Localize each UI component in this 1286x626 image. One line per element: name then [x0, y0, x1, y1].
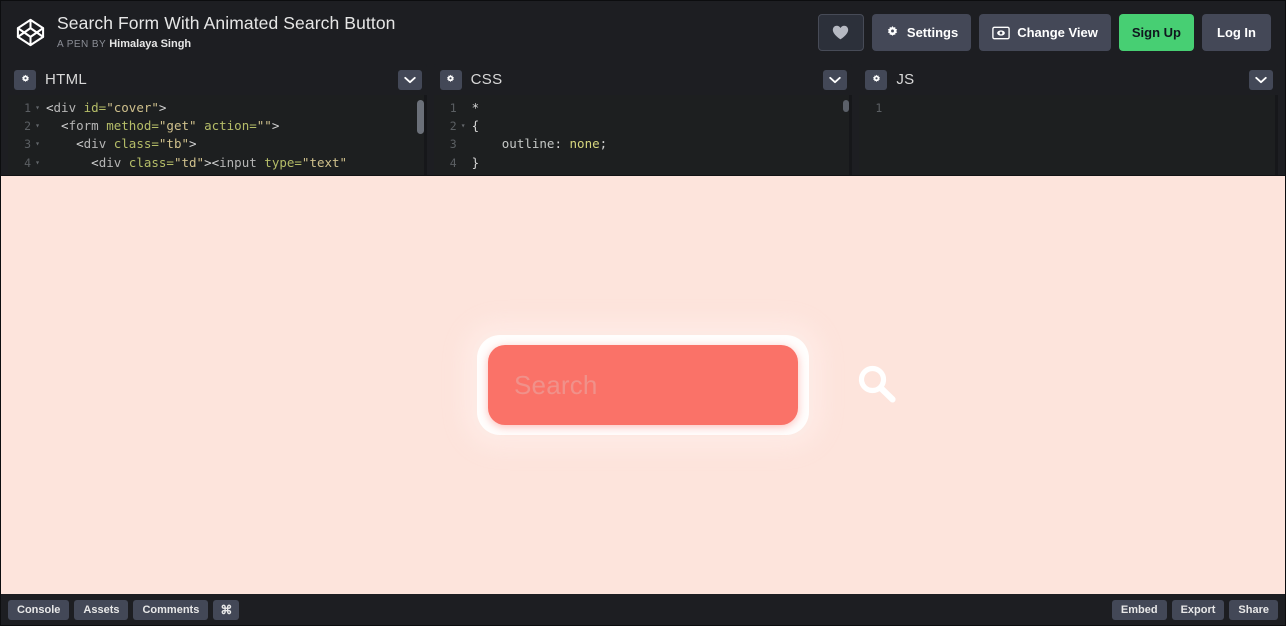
line-number: 4	[449, 155, 457, 170]
bottom-bar-left: Console Assets Comments ⌘	[8, 599, 240, 620]
bottom-bar-right: Embed Export Share	[1111, 599, 1278, 620]
embed-button[interactable]: Embed	[1111, 599, 1167, 620]
code-line: 4 ▾ <div class="td"><input type="text"	[8, 154, 427, 172]
heart-icon	[832, 25, 849, 40]
editor-header-css: CSS	[433, 64, 853, 95]
editor-pane-html: HTML 1 ▾ <div id="cover"> 2 ▾ <form method="…	[8, 64, 427, 175]
search-frame	[473, 331, 896, 439]
line-number: 2	[24, 119, 31, 134]
console-button[interactable]: Console	[8, 599, 70, 620]
code-area-html[interactable]: 1 ▾ <div id="cover"> 2 ▾ <form method="get" …	[8, 95, 427, 175]
code-area-css[interactable]: 1 * 2 ▾{3 outline: none; 4}	[433, 95, 853, 175]
code-text: <div id="cover">	[46, 100, 167, 115]
bottom-bar: Console Assets Comments ⌘ Embed Export Share	[1, 594, 1285, 625]
line-number: 3	[24, 137, 31, 152]
code-text: <div class="td"><input type="text"	[46, 154, 348, 170]
fold-arrow-icon[interactable]: ▾	[32, 154, 43, 172]
code-text: <form method="get" action="">	[46, 118, 280, 134]
editor-label-css: CSS	[470, 71, 503, 88]
line-number: 2	[449, 119, 457, 134]
code-line: 3 ▾ <div class="tb">	[8, 135, 427, 153]
assets-button[interactable]: Assets	[74, 599, 129, 620]
screen-eye-icon	[992, 26, 1010, 40]
export-button[interactable]: Export	[1171, 599, 1225, 620]
fold-arrow-icon[interactable]: ▾	[32, 117, 43, 135]
code-line: 3 outline: none;	[434, 135, 853, 153]
love-button[interactable]	[817, 14, 864, 51]
top-bar: Search Form With Animated Search Button …	[1, 1, 1285, 64]
fold-arrow-icon[interactable]: ▾	[32, 135, 43, 153]
code-line: 4}	[434, 154, 853, 172]
code-line: 1	[859, 99, 1278, 117]
log-in-button[interactable]: Log In	[1202, 14, 1271, 51]
settings-label: Settings	[906, 25, 959, 40]
codepen-editor-window: Search Form With Animated Search Button …	[0, 0, 1286, 626]
line-number: 1	[24, 101, 31, 115]
code-line: 2 ▾{	[434, 117, 853, 135]
pen-meta: Search Form With Animated Search Button …	[57, 13, 818, 52]
gear-icon	[885, 25, 900, 40]
editor-label-html: HTML	[45, 71, 88, 88]
code-text: {	[471, 118, 480, 134]
fold-arrow-icon[interactable]: ▾	[458, 117, 469, 135]
magnifier-icon	[853, 361, 899, 410]
top-bar-actions: Settings Change View Sign Up Log In	[817, 14, 1271, 51]
byline-prefix: A PEN BY	[57, 38, 106, 50]
line-number: 1	[875, 101, 883, 115]
search-submit-button[interactable]	[849, 358, 903, 412]
code-text: *	[471, 100, 480, 115]
editor-pane-css: CSS 1 * 2 ▾{3 outline: none; 4}	[433, 64, 853, 175]
code-lines-js: 1	[859, 99, 1278, 117]
line-number: 1	[449, 101, 457, 115]
editor-header-html: HTML	[8, 64, 427, 95]
pen-author-link[interactable]: Himalaya Singh	[109, 38, 191, 50]
change-view-button[interactable]: Change View	[979, 14, 1111, 51]
code-text: <div class="tb">	[46, 136, 197, 152]
code-text: outline: none;	[471, 136, 608, 152]
code-line: 1 ▾ <div id="cover">	[8, 99, 427, 117]
code-line: 2 ▾ <form method="get" action="">	[8, 117, 427, 135]
settings-button[interactable]: Settings	[871, 14, 972, 51]
html-settings-gear-icon[interactable]	[14, 69, 36, 90]
code-area-js[interactable]: 1	[859, 95, 1279, 175]
page-title: Search Form With Animated Search Button	[57, 12, 396, 33]
change-view-label: Change View	[1017, 25, 1098, 40]
code-lines-css: 1 * 2 ▾{3 outline: none; 4}	[434, 99, 853, 172]
css-settings-gear-icon[interactable]	[439, 69, 462, 90]
editor-header-js: JS	[859, 64, 1279, 95]
share-button[interactable]: Share	[1229, 599, 1278, 620]
line-number: 3	[449, 137, 457, 152]
code-lines-html: 1 ▾ <div id="cover"> 2 ▾ <form method="get" …	[8, 99, 427, 172]
comments-button[interactable]: Comments	[133, 599, 209, 620]
html-chevron-down-icon[interactable]	[397, 69, 422, 90]
editor-label-js: JS	[896, 71, 915, 88]
fold-arrow-icon[interactable]: ▾	[32, 99, 43, 117]
editor-panes: HTML 1 ▾ <div id="cover"> 2 ▾ <form method="…	[1, 64, 1285, 175]
css-chevron-down-icon[interactable]	[823, 69, 848, 90]
editor-pane-js: JS 1	[859, 64, 1279, 175]
search-input[interactable]	[514, 369, 849, 401]
css-editor-scroll-rail	[849, 95, 853, 175]
js-chevron-down-icon[interactable]	[1249, 69, 1274, 90]
code-text: }	[471, 154, 480, 170]
js-editor-scroll-rail	[1275, 95, 1279, 175]
codepen-logo-icon[interactable]	[9, 12, 51, 54]
js-settings-gear-icon[interactable]	[865, 69, 888, 90]
shortcuts-button[interactable]: ⌘	[213, 599, 240, 620]
preview-pane	[1, 175, 1285, 594]
code-line: 1 *	[434, 99, 853, 117]
html-editor-scroll-rail	[423, 95, 427, 175]
line-number: 4	[24, 155, 31, 170]
sign-up-button[interactable]: Sign Up	[1118, 14, 1194, 51]
search-box[interactable]	[488, 345, 896, 425]
html-editor-scrollbar[interactable]	[416, 100, 424, 134]
pen-byline: A PEN BY Himalaya Singh	[57, 37, 818, 52]
